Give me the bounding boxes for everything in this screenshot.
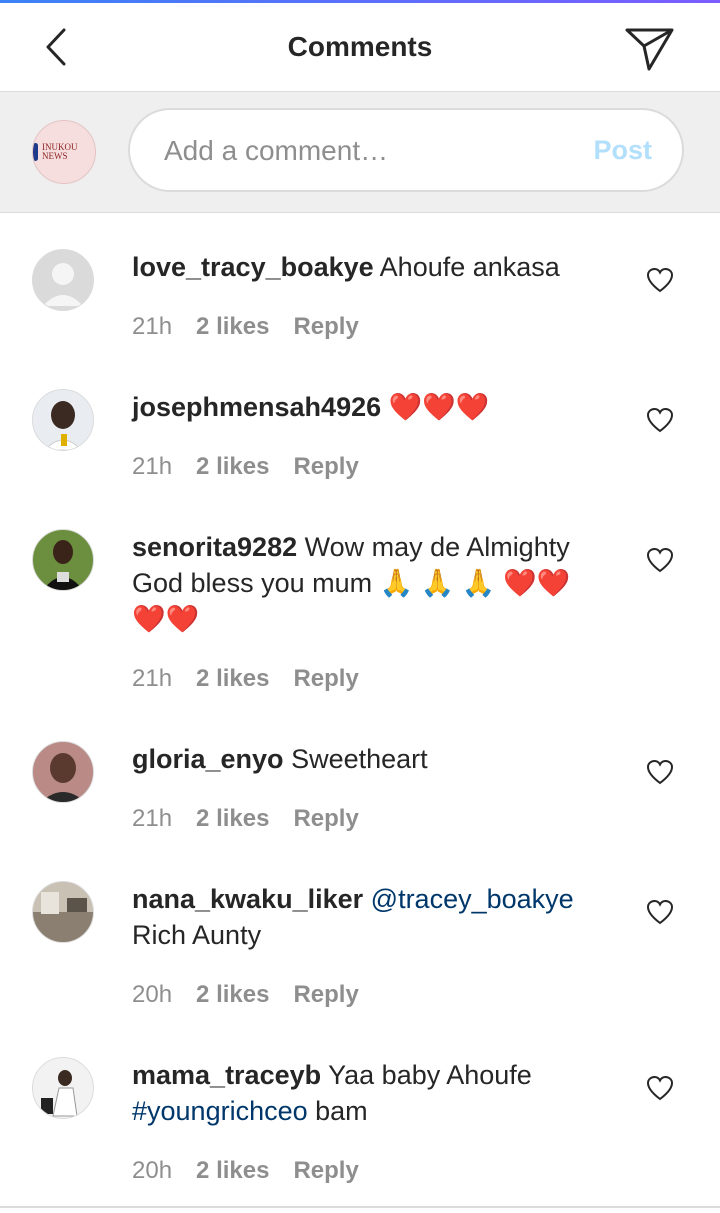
comment-text: Yaa baby Ahoufe xyxy=(328,1060,532,1090)
avatar[interactable] xyxy=(32,249,94,311)
share-button[interactable] xyxy=(622,23,678,75)
comment-username[interactable]: mama_traceyb xyxy=(132,1060,321,1090)
comment-text: Ahoufe ankasa xyxy=(379,252,560,282)
default-avatar-icon xyxy=(43,263,83,306)
heart-icon[interactable] xyxy=(646,1075,674,1101)
comment-text: Rich Aunty xyxy=(132,920,262,950)
reply-button[interactable]: Reply xyxy=(293,313,358,341)
comment-text-continued: bam xyxy=(315,1096,368,1126)
comment-username[interactable]: josephmensah4926 xyxy=(132,392,381,422)
comment-time: 20h xyxy=(132,981,173,1008)
heart-icon[interactable] xyxy=(646,267,674,293)
comment-meta: 21h 2 likes Reply xyxy=(132,805,359,833)
comment-meta: 21h 2 likes Reply xyxy=(132,453,359,481)
avatar[interactable] xyxy=(32,881,94,943)
mention-link[interactable]: @tracey_boakye xyxy=(371,884,574,914)
comment-meta: 20h 2 likes Reply xyxy=(132,1157,359,1185)
comment-time: 21h xyxy=(132,665,173,692)
comment-composer: INUKOU NEWS Post xyxy=(0,92,720,213)
comment-text: ❤️❤️❤️ xyxy=(388,392,490,422)
likes-count[interactable]: 2 likes xyxy=(196,665,269,693)
comment-meta: 21h 2 likes Reply xyxy=(132,313,359,341)
hashtag-link[interactable]: #youngrichceo xyxy=(132,1096,308,1126)
comment-meta: 20h 2 likes Reply xyxy=(132,981,359,1009)
header: Comments xyxy=(0,3,720,92)
comment-time: 21h xyxy=(132,453,173,480)
avatar[interactable] xyxy=(32,529,94,591)
comment-username[interactable]: nana_kwaku_liker xyxy=(132,884,363,914)
user-photo-icon xyxy=(43,540,83,590)
likes-count[interactable]: 2 likes xyxy=(196,981,269,1009)
heart-icon[interactable] xyxy=(646,547,674,573)
avatar-logo-text: INUKOU NEWS xyxy=(42,142,78,161)
comment-body: senorita9282 Wow may de Almighty God ble… xyxy=(132,529,602,637)
comment-time: 21h xyxy=(132,313,173,340)
comment-input-wrapper: Post xyxy=(128,108,684,192)
comment-username[interactable]: gloria_enyo xyxy=(132,744,284,774)
comment-body: gloria_enyo Sweetheart xyxy=(132,741,602,777)
post-button[interactable]: Post xyxy=(593,110,652,190)
current-user-avatar: INUKOU NEWS xyxy=(32,120,96,184)
microphone-icon xyxy=(33,143,39,161)
bottom-divider xyxy=(0,1206,720,1208)
heart-icon[interactable] xyxy=(646,899,674,925)
comment-text: Sweetheart xyxy=(291,744,428,774)
reply-button[interactable]: Reply xyxy=(293,1157,358,1185)
comment-body: love_tracy_boakye Ahoufe ankasa xyxy=(132,249,602,285)
avatar[interactable] xyxy=(32,389,94,451)
avatar[interactable] xyxy=(32,1057,94,1119)
avatar[interactable] xyxy=(32,741,94,803)
reply-button[interactable]: Reply xyxy=(293,453,358,481)
comment-meta: 21h 2 likes Reply xyxy=(132,665,359,693)
comment-body: mama_traceyb Yaa baby Ahoufe #youngrichc… xyxy=(132,1057,602,1129)
user-photo-icon xyxy=(33,892,93,942)
reply-button[interactable]: Reply xyxy=(293,981,358,1009)
comment-time: 20h xyxy=(132,1157,173,1184)
heart-icon[interactable] xyxy=(646,407,674,433)
likes-count[interactable]: 2 likes xyxy=(196,1157,269,1185)
likes-count[interactable]: 2 likes xyxy=(196,313,269,341)
comment-username[interactable]: senorita9282 xyxy=(132,532,297,562)
comment-username[interactable]: love_tracy_boakye xyxy=(132,252,374,282)
user-photo-icon xyxy=(33,1058,93,1118)
reply-button[interactable]: Reply xyxy=(293,805,358,833)
comment-body: josephmensah4926 ❤️❤️❤️ xyxy=(132,389,602,425)
page-title: Comments xyxy=(287,31,433,62)
reply-button[interactable]: Reply xyxy=(293,665,358,693)
send-icon xyxy=(625,28,674,71)
likes-count[interactable]: 2 likes xyxy=(196,805,269,833)
comment-input[interactable] xyxy=(162,110,566,192)
heart-icon[interactable] xyxy=(646,759,674,785)
user-photo-icon xyxy=(44,401,82,450)
comment-time: 21h xyxy=(132,805,173,832)
comment-body: nana_kwaku_liker @tracey_boakye Rich Aun… xyxy=(132,881,602,953)
user-photo-icon xyxy=(41,753,85,802)
likes-count[interactable]: 2 likes xyxy=(196,453,269,481)
